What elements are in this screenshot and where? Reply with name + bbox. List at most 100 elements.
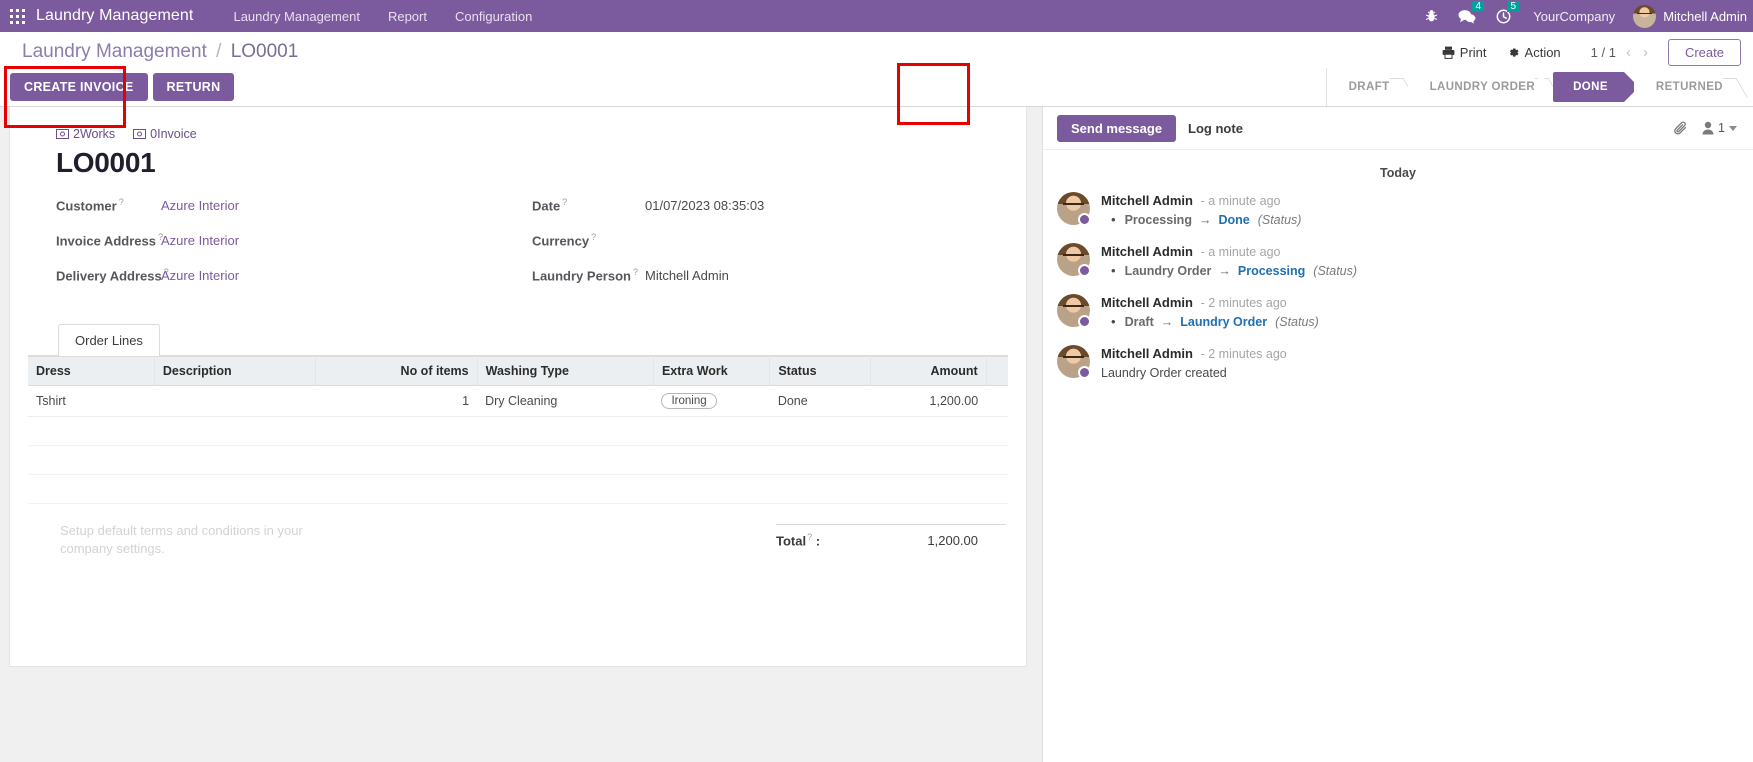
message-body: Mitchell Admin - a minute ago • Processi… — [1101, 192, 1739, 227]
tracking-field-name: (Status) — [1275, 315, 1319, 329]
table-row[interactable]: Tshirt 1 Dry Cleaning Ironing Done 1,200… — [28, 385, 1008, 417]
activities-clock-icon[interactable]: 5 — [1486, 0, 1521, 32]
message-header: Mitchell Admin - a minute ago — [1101, 192, 1739, 210]
message-body: Mitchell Admin - a minute ago • Laundry … — [1101, 243, 1739, 278]
breadcrumb-root[interactable]: Laundry Management — [22, 41, 207, 62]
help-icon[interactable]: ? — [562, 197, 567, 207]
message-timestamp: - 2 minutes ago — [1200, 347, 1287, 361]
messages-icon[interactable]: 4 — [1448, 0, 1486, 32]
smart-button-works-count: 2 — [73, 127, 80, 141]
message-author: Mitchell Admin — [1101, 295, 1193, 310]
form-footer: Setup default terms and conditions in yo… — [28, 522, 1008, 558]
fields-grid: Customer? Azure Interior Invoice Address… — [56, 197, 1008, 302]
avatar — [1057, 345, 1091, 379]
field-laundry-person-value[interactable]: Mitchell Admin — [645, 268, 729, 283]
message-tracking-value: • Draft → Laundry Order (Status) — [1101, 315, 1739, 329]
nav-menu-laundry-management[interactable]: Laundry Management — [219, 3, 373, 30]
app-brand-title[interactable]: Laundry Management — [34, 7, 199, 25]
day-separator: Today — [1380, 166, 1416, 180]
attachments-button[interactable] — [1674, 121, 1688, 136]
help-icon[interactable]: ? — [591, 232, 596, 242]
pager-previous-button[interactable]: ‹ — [1620, 44, 1637, 61]
list-item: Mitchell Admin - a minute ago • Processi… — [1057, 192, 1739, 227]
cell-no-of-items[interactable]: 1 — [315, 385, 478, 417]
field-currency: Currency? — [532, 232, 1008, 251]
field-date: Date? 01/07/2023 08:35:03 — [532, 197, 1008, 216]
user-menu[interactable]: Mitchell Admin — [1627, 4, 1747, 28]
chevron-down-icon[interactable] — [1729, 125, 1737, 131]
status-step-returned[interactable]: RETURNED — [1633, 68, 1741, 106]
gear-icon — [1509, 47, 1519, 57]
cell-dress[interactable]: Tshirt — [28, 385, 155, 417]
field-invoice-address: Invoice Address? Azure Interior — [56, 232, 532, 251]
order-lines-head: Dress Description No of items Washing Ty… — [28, 356, 1008, 386]
column-no-of-items[interactable]: No of items — [315, 356, 478, 386]
status-step-laundry-order[interactable]: LAUNDRY ORDER — [1407, 68, 1554, 106]
form-pane: 2 Works 0 Invoice LO0001 Customer? Azure… — [0, 107, 1042, 762]
user-icon — [1702, 121, 1714, 135]
column-extra-work[interactable]: Extra Work — [653, 356, 771, 386]
status-step-draft[interactable]: DRAFT — [1325, 68, 1408, 106]
return-button[interactable]: RETURN — [152, 73, 235, 101]
cell-amount[interactable]: 1,200.00 — [870, 385, 987, 417]
pager-next-button[interactable]: › — [1637, 44, 1654, 61]
column-amount[interactable]: Amount — [870, 356, 987, 386]
table-row-empty — [28, 445, 1008, 475]
field-customer-value[interactable]: Azure Interior — [161, 198, 239, 213]
help-icon[interactable]: ? — [119, 197, 124, 207]
field-date-value[interactable]: 01/07/2023 08:35:03 — [645, 198, 764, 213]
notebook: Order Lines Dress Description No of item… — [28, 324, 1008, 558]
nav-menu-report[interactable]: Report — [374, 3, 441, 30]
cell-washing-type[interactable]: Dry Cleaning — [477, 385, 654, 417]
create-button[interactable]: Create — [1667, 38, 1741, 66]
fields-column-right: Date? 01/07/2023 08:35:03 Currency? Laun… — [532, 197, 1008, 302]
message-timestamp: - a minute ago — [1200, 194, 1281, 208]
company-switcher[interactable]: YourCompany — [1521, 9, 1627, 24]
cell-status[interactable]: Done — [769, 385, 871, 417]
list-item: Mitchell Admin - 2 minutes ago Laundry O… — [1057, 345, 1739, 380]
send-message-button[interactable]: Send message — [1057, 114, 1177, 142]
field-customer-label: Customer? — [56, 197, 161, 213]
money-bill-icon — [133, 129, 147, 139]
note-indicator-icon — [1078, 213, 1091, 226]
action-button[interactable]: Action — [1497, 41, 1571, 64]
list-item: Mitchell Admin - 2 minutes ago • Draft →… — [1057, 294, 1739, 329]
column-washing-type[interactable]: Washing Type — [477, 356, 654, 386]
column-description[interactable]: Description — [154, 356, 317, 386]
field-customer-label-text: Customer — [56, 198, 117, 214]
create-invoice-button[interactable]: CREATE INVOICE — [10, 73, 148, 101]
print-button[interactable]: Print — [1432, 41, 1497, 64]
column-status[interactable]: Status — [769, 356, 872, 386]
message-header: Mitchell Admin - 2 minutes ago — [1101, 345, 1739, 363]
money-bill-icon — [56, 129, 69, 139]
log-note-button[interactable]: Log note — [1176, 116, 1255, 141]
nav-menu-configuration[interactable]: Configuration — [441, 3, 546, 30]
field-laundry-person-label-text: Laundry Person — [532, 268, 631, 284]
status-step-done[interactable]: DONE — [1538, 72, 1639, 102]
followers-button[interactable]: 1 — [1702, 121, 1737, 135]
tab-order-lines[interactable]: Order Lines — [58, 324, 160, 356]
tracking-field-name: (Status) — [1313, 264, 1358, 278]
field-delivery-address-value[interactable]: Azure Interior — [161, 268, 239, 283]
field-invoice-address-label-text: Invoice Address — [56, 233, 156, 249]
control-panel-actions: Print Action 1 / 1 ‹ › Create — [1432, 38, 1741, 66]
message-timestamp: - a minute ago — [1200, 245, 1281, 259]
field-invoice-address-value[interactable]: Azure Interior — [161, 233, 239, 248]
smart-button-invoice[interactable]: 0 Invoice — [133, 127, 197, 141]
chatter-topbar-right: 1 — [1674, 121, 1741, 136]
message-body: Mitchell Admin - 2 minutes ago Laundry O… — [1101, 345, 1739, 380]
arrow-right-icon: → — [1218, 264, 1231, 278]
help-icon[interactable]: ? — [633, 267, 638, 277]
field-delivery-address: Delivery Address? Azure Interior — [56, 267, 532, 286]
message-tracking-value: • Processing → Done (Status) — [1101, 213, 1739, 227]
apps-grid-icon[interactable] — [0, 0, 34, 32]
cell-extra-work[interactable]: Ironing — [653, 385, 770, 417]
terms-placeholder[interactable]: Setup default terms and conditions in yo… — [30, 522, 330, 558]
breadcrumb: Laundry Management / LO0001 — [22, 41, 298, 63]
smart-button-works[interactable]: 2 Works — [56, 127, 115, 141]
user-menu-label: Mitchell Admin — [1663, 8, 1747, 24]
bug-icon[interactable] — [1415, 0, 1448, 32]
help-icon[interactable]: ? — [807, 532, 812, 542]
column-dress[interactable]: Dress — [28, 356, 155, 386]
cell-description[interactable] — [154, 385, 316, 417]
